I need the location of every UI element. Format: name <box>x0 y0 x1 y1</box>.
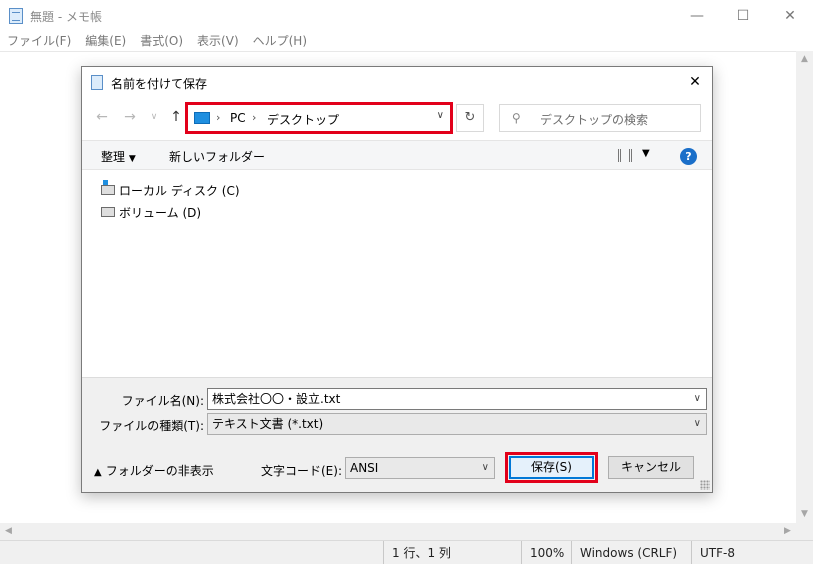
minimize-icon[interactable]: — <box>674 0 720 31</box>
scrollbar-corner <box>796 523 813 540</box>
filename-field[interactable]: 株式会社〇〇・設立.txt ∨ <box>207 388 707 410</box>
horizontal-scrollbar[interactable]: ◀ ▶ <box>0 523 796 540</box>
search-icon: ⚲ <box>512 111 521 125</box>
scroll-left-icon[interactable]: ◀ <box>0 523 17 540</box>
close-icon[interactable]: ✕ <box>678 67 712 97</box>
dialog-title-bar: 名前を付けて保存 ✕ <box>82 67 712 97</box>
filetype-label: ファイルの種類(T): <box>99 419 204 433</box>
drive-label: ボリューム (D) <box>119 205 202 220</box>
drive-icon <box>101 207 115 217</box>
help-icon[interactable]: ? <box>680 148 697 165</box>
encoding-status: UTF-8 <box>691 541 813 564</box>
maximize-icon[interactable]: ☐ <box>720 0 766 31</box>
menu-help[interactable]: ヘルプ(H) <box>246 31 314 51</box>
chevron-down-icon: ▼ <box>128 154 136 164</box>
encoding-select[interactable]: ANSI ∨ <box>345 457 495 479</box>
back-arrow-icon[interactable]: ← <box>92 107 112 127</box>
chevron-down-icon[interactable]: ∨ <box>482 458 489 478</box>
menu-format[interactable]: 書式(O) <box>133 31 190 51</box>
list-item[interactable]: ローカル ディスク (C) <box>101 180 240 199</box>
encoding-label: 文字コード(E): <box>261 464 342 478</box>
scroll-right-icon[interactable]: ▶ <box>779 523 796 540</box>
status-bar: 1 行、1 列 100% Windows (CRLF) UTF-8 <box>0 540 813 564</box>
new-folder-button[interactable]: 新しいフォルダー <box>169 148 265 165</box>
filetype-select[interactable]: テキスト文書 (*.txt) ∨ <box>207 413 707 435</box>
vertical-scrollbar[interactable]: ▲ ▼ <box>796 51 813 523</box>
filename-value: 株式会社〇〇・設立.txt <box>212 392 341 406</box>
window-title: 無題 - メモ帳 <box>30 10 102 24</box>
resize-grip-icon[interactable] <box>700 480 710 490</box>
view-options-icon[interactable] <box>618 149 632 162</box>
menu-edit[interactable]: 編集(E) <box>78 31 133 51</box>
zoom-level: 100% <box>521 541 571 564</box>
cursor-position: 1 行、1 列 <box>383 541 521 564</box>
chevron-down-icon[interactable]: ∨ <box>694 389 701 409</box>
hide-folders-toggle[interactable]: ▲ フォルダーの非表示 <box>94 462 214 479</box>
organize-label: 整理 <box>101 150 126 164</box>
dialog-toolbar: 整理 ▼ 新しいフォルダー ▼ ? <box>82 140 712 170</box>
highlight-box <box>185 102 453 134</box>
search-placeholder: デスクトップの検索 <box>540 113 649 127</box>
save-as-dialog: 名前を付けて保存 ✕ ← → ∨ ↑ › PC › デスクトップ ∨ ↻ ⚲ デ… <box>81 66 713 493</box>
dialog-title: 名前を付けて保存 <box>111 77 208 91</box>
up-arrow-icon[interactable]: ↑ <box>166 107 186 127</box>
menu-bar: ファイル(F) 編集(E) 書式(O) 表示(V) ヘルプ(H) <box>0 31 813 51</box>
navigation-row: ← → ∨ ↑ › PC › デスクトップ ∨ ↻ ⚲ デスクトップの検索 <box>82 97 712 139</box>
organize-button[interactable]: 整理 ▼ <box>101 148 136 165</box>
dialog-footer: ファイル名(N): 株式会社〇〇・設立.txt ∨ ファイルの種類(T): テキ… <box>82 377 712 492</box>
forward-arrow-icon[interactable]: → <box>120 107 140 127</box>
notepad-icon <box>9 8 23 24</box>
filename-label: ファイル名(N): <box>121 394 204 408</box>
scroll-down-icon[interactable]: ▼ <box>796 506 813 523</box>
scroll-up-icon[interactable]: ▲ <box>796 51 813 68</box>
menu-view[interactable]: 表示(V) <box>190 31 246 51</box>
drive-icon <box>101 180 115 195</box>
chevron-down-icon[interactable]: ▼ <box>642 148 650 159</box>
hide-folders-label: フォルダーの非表示 <box>105 464 214 478</box>
line-ending: Windows (CRLF) <box>571 541 691 564</box>
notepad-title-bar: 無題 - メモ帳 — ☐ ✕ <box>0 0 813 31</box>
file-list[interactable]: ローカル ディスク (C) ボリューム (D) <box>82 171 712 377</box>
highlight-box <box>505 452 598 483</box>
chevron-down-icon[interactable]: ∨ <box>694 414 701 434</box>
notepad-icon <box>91 75 103 90</box>
list-item[interactable]: ボリューム (D) <box>101 203 201 221</box>
chevron-up-icon: ▲ <box>94 467 102 478</box>
search-box[interactable]: ⚲ デスクトップの検索 <box>499 104 701 132</box>
close-icon[interactable]: ✕ <box>767 0 813 31</box>
drive-label: ローカル ディスク (C) <box>119 183 240 198</box>
recent-dropdown-icon[interactable]: ∨ <box>144 107 164 127</box>
refresh-icon[interactable]: ↻ <box>456 104 484 132</box>
menu-file[interactable]: ファイル(F) <box>0 31 78 51</box>
encoding-value: ANSI <box>350 461 379 475</box>
cancel-button[interactable]: キャンセル <box>608 456 694 479</box>
filetype-value: テキスト文書 (*.txt) <box>212 417 324 431</box>
